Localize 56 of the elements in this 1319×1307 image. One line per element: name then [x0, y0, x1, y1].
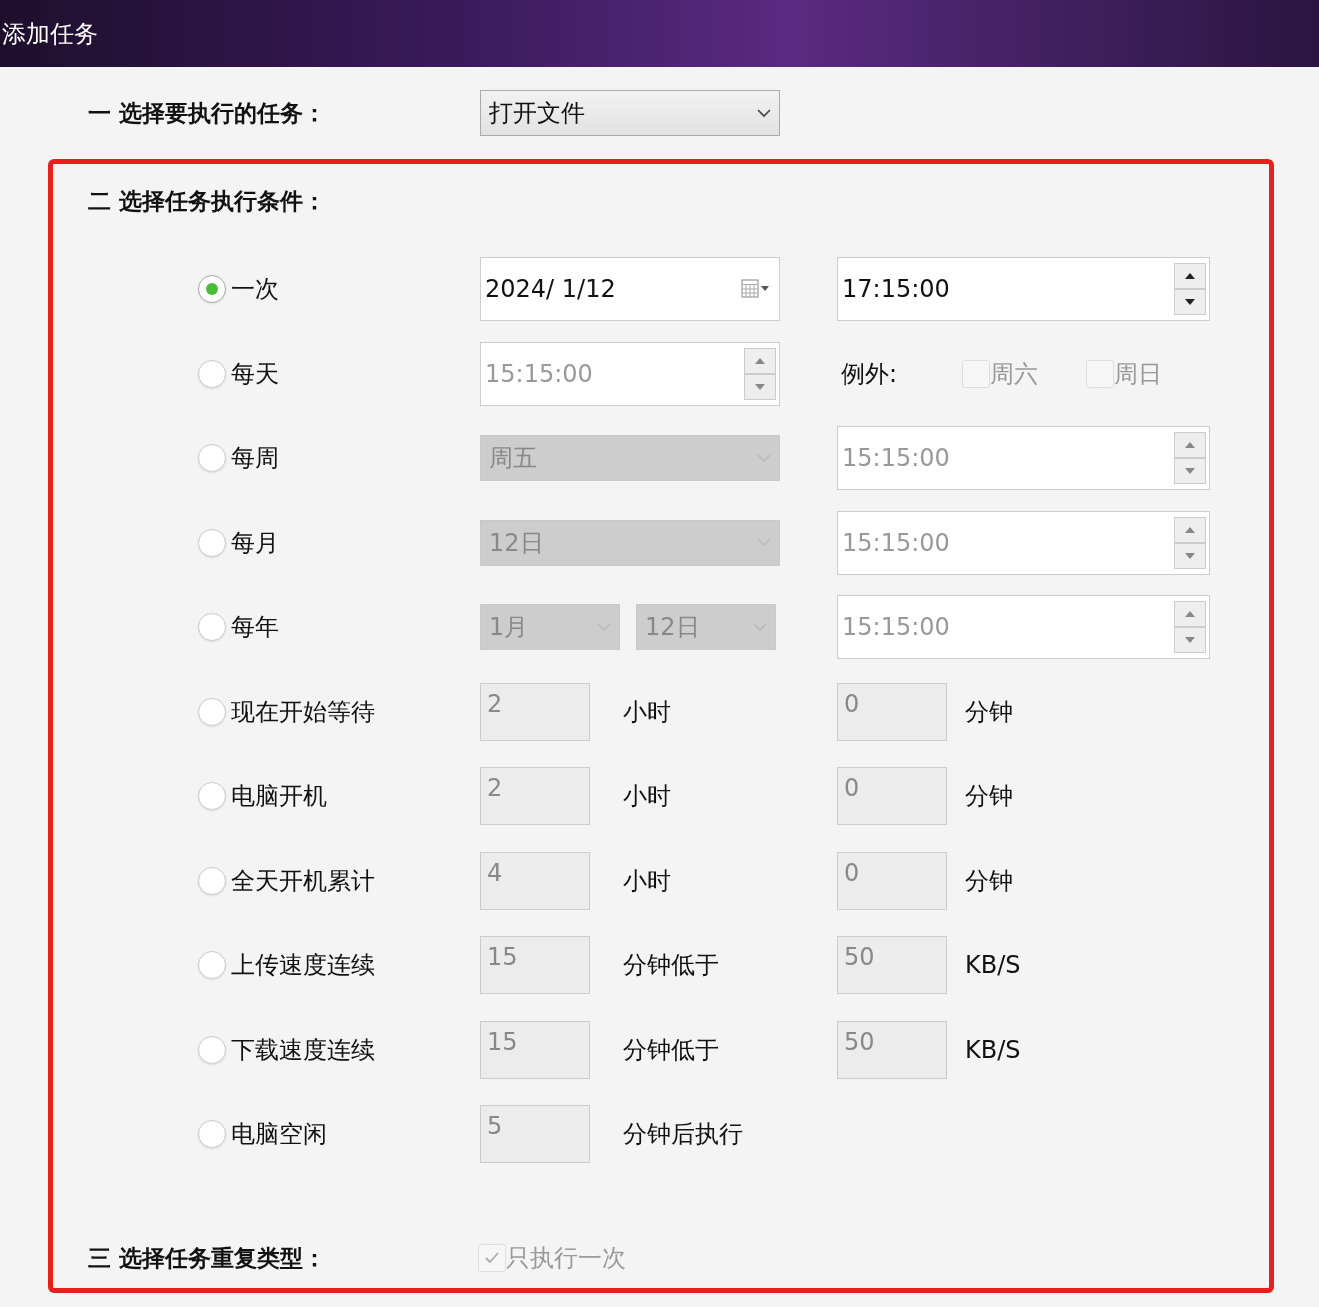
unit-label: KB/S	[965, 951, 1021, 980]
triangle-up-icon	[1185, 442, 1195, 449]
radio-option[interactable]: 每天	[53, 357, 480, 390]
section-heading: 二 选择任务执行条件：	[88, 187, 327, 216]
radio-button[interactable]	[198, 1035, 226, 1064]
triangle-up-icon	[755, 357, 765, 364]
date-picker[interactable]: 2024/ 1/12	[480, 257, 780, 322]
unit-label: 分钟	[965, 781, 1013, 813]
triangle-down-icon	[1185, 299, 1195, 306]
radio-button[interactable]	[198, 444, 226, 473]
calendar-icon	[741, 279, 769, 300]
chevron-down-icon	[757, 108, 771, 118]
radio-button[interactable]	[198, 866, 226, 895]
radio-option[interactable]: 现在开始等待	[53, 695, 480, 728]
radio-option[interactable]: 上传速度连续	[53, 949, 480, 982]
exception-label: 例外:	[840, 358, 899, 390]
task-dropdown[interactable]: 打开文件	[480, 90, 780, 136]
triangle-down-icon	[755, 383, 765, 390]
triangle-down-icon	[1185, 468, 1195, 475]
radio-button[interactable]	[198, 528, 226, 557]
unit-label: 分钟后执行	[623, 1119, 743, 1151]
radio-button[interactable]	[198, 613, 226, 642]
radio-button[interactable]	[198, 951, 226, 980]
unit-label: 小时	[623, 865, 671, 897]
triangle-up-icon	[1185, 273, 1195, 280]
spin-down-button[interactable]	[1174, 289, 1206, 316]
triangle-down-icon	[1185, 637, 1195, 644]
radio-option[interactable]: 一次	[53, 273, 480, 306]
radio-button[interactable]	[198, 359, 226, 388]
section-heading: 一 选择要执行的任务：	[88, 98, 327, 128]
unit-label: 小时	[623, 781, 671, 813]
spin-up-button[interactable]	[1174, 263, 1206, 290]
section-heading: 三 选择任务重复类型：	[88, 1243, 327, 1273]
radio-option[interactable]: 电脑开机	[53, 780, 480, 813]
unit-label: 分钟	[965, 865, 1013, 897]
radio-option[interactable]: 每年	[53, 611, 480, 644]
radio-option[interactable]: 每月	[53, 526, 480, 559]
unit-label: KB/S	[965, 1035, 1021, 1064]
radio-option[interactable]: 每周	[53, 442, 480, 475]
radio-option[interactable]: 全天开机累计	[53, 864, 480, 897]
triangle-up-icon	[1185, 526, 1195, 533]
radio-button[interactable]	[198, 275, 226, 304]
radio-button[interactable]	[198, 697, 226, 726]
unit-label: 分钟	[965, 696, 1013, 728]
unit-label: 分钟低于	[623, 950, 719, 982]
triangle-up-icon	[1185, 611, 1195, 618]
radio-option[interactable]: 电脑空闲	[53, 1118, 480, 1151]
checkmark-icon	[485, 1252, 499, 1264]
radio-option[interactable]: 下载速度连续	[53, 1033, 480, 1066]
radio-button[interactable]	[198, 1120, 226, 1149]
triangle-down-icon	[1185, 552, 1195, 559]
window-title: 添加任务	[2, 18, 98, 50]
time-spinner[interactable]: 17:15:00	[837, 257, 1210, 322]
radio-button[interactable]	[198, 782, 226, 811]
unit-label: 小时	[623, 696, 671, 728]
unit-label: 分钟低于	[623, 1034, 719, 1066]
